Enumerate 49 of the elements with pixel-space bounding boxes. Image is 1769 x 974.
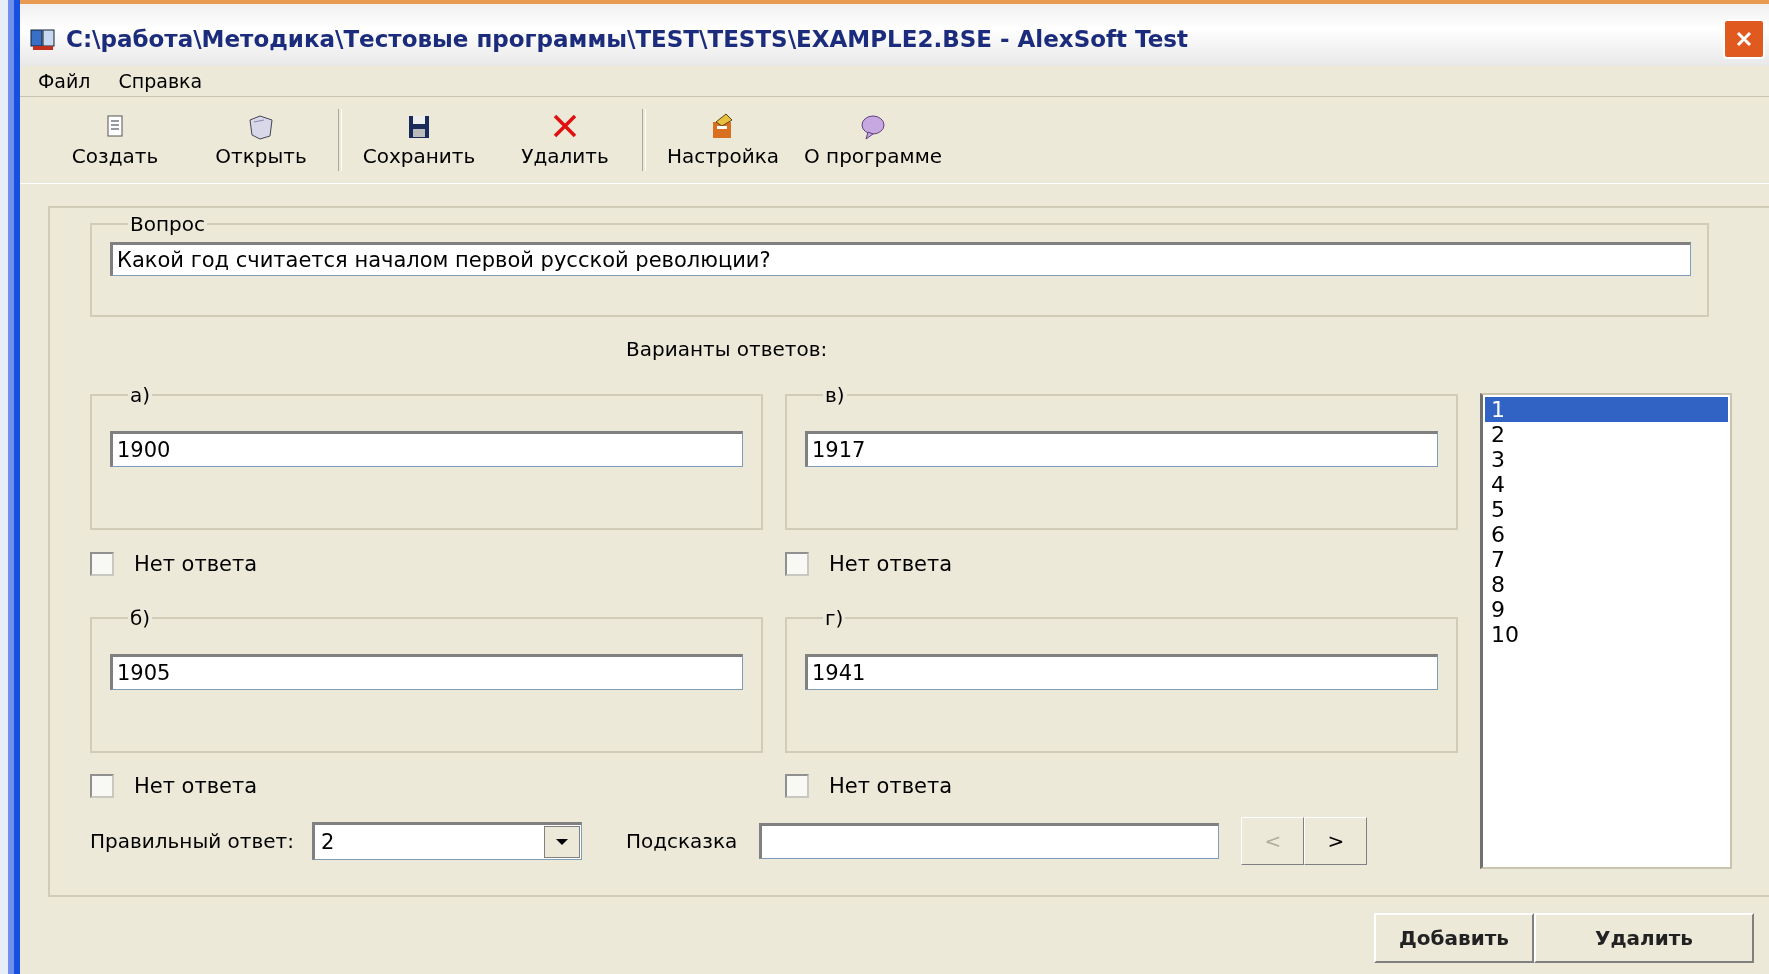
list-item[interactable]: 3 <box>1485 447 1728 472</box>
toolbar-button[interactable]: Настройка <box>658 112 788 168</box>
answer-field[interactable]: 1941 <box>805 653 1438 690</box>
checkbox[interactable] <box>785 774 809 799</box>
field-label: Правильный ответ: <box>90 828 294 853</box>
answer-field[interactable]: 1905 <box>110 653 743 690</box>
group-label: в) <box>824 383 846 407</box>
close-button[interactable] <box>1723 19 1765 59</box>
checkbox[interactable] <box>90 551 114 576</box>
checkbox-label: Нет ответа <box>829 774 953 799</box>
group-label: Вопрос <box>129 212 206 236</box>
checkbox-label: Нет ответа <box>134 774 258 799</box>
toolbar-button[interactable]: Открыть <box>196 112 326 168</box>
answer-dropdown[interactable]: 2 <box>311 821 582 860</box>
list-item[interactable]: 8 <box>1485 572 1728 597</box>
answer-field[interactable]: 1917 <box>805 431 1438 467</box>
toolbar-button[interactable]: Удалить <box>500 112 630 168</box>
checkbox[interactable] <box>785 551 809 576</box>
add-button[interactable]: Добавить <box>1374 913 1534 963</box>
toolbar-button[interactable]: Сохранить <box>354 112 484 168</box>
checkbox-label: Нет ответа <box>134 551 258 576</box>
list-item[interactable]: 6 <box>1485 522 1728 547</box>
list-item[interactable]: 7 <box>1485 547 1728 572</box>
delete-button[interactable]: Удалить <box>1534 913 1754 963</box>
menu-item[interactable]: Файл <box>38 70 91 92</box>
checkbox-label: Нет ответа <box>829 551 953 576</box>
question-field[interactable]: Какой год считается началом первой русской революции? <box>110 242 1691 276</box>
section-heading: Варианты ответов: <box>626 337 828 361</box>
hint-field[interactable] <box>759 822 1220 859</box>
list-item[interactable]: 10 <box>1485 622 1728 647</box>
list-item[interactable]: 9 <box>1485 597 1728 622</box>
list-item[interactable]: 1 <box>1485 397 1728 422</box>
app-icon <box>30 27 56 51</box>
menu-item[interactable]: Справка <box>118 70 203 92</box>
field-label: Подсказка <box>625 828 738 853</box>
toolbar-button[interactable]: О программе <box>804 112 943 168</box>
window-title: C:\работа\Методика\Тестовые программы\TEST\TESTS\EXAMPLE2.BSE - AlexSoft Test <box>66 26 1189 52</box>
speech-bubble-icon <box>858 112 888 142</box>
group-label: г) <box>824 605 845 630</box>
caret-icon <box>554 837 569 846</box>
list-item[interactable]: 2 <box>1485 422 1728 447</box>
group-label: б) <box>129 605 152 630</box>
group-label: а) <box>129 383 152 407</box>
answer-field[interactable]: 1900 <box>110 431 743 467</box>
nav-button[interactable]: > <box>1304 816 1368 865</box>
list-item[interactable]: 5 <box>1485 497 1728 522</box>
list-item[interactable]: 4 <box>1485 472 1728 497</box>
checkbox[interactable] <box>90 774 114 799</box>
toolbar-button[interactable]: Создать <box>50 112 180 168</box>
